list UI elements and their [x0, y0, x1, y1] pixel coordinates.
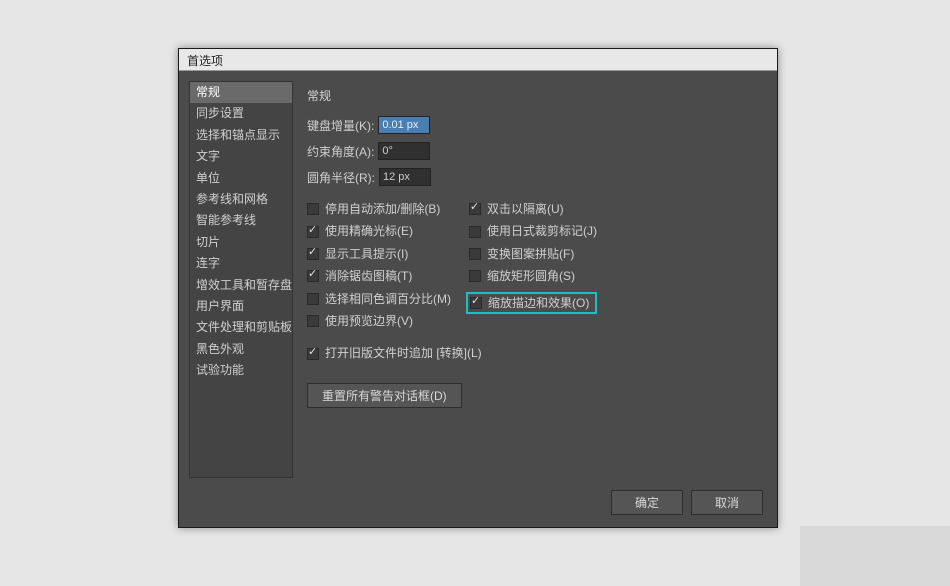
checkbox-icon — [307, 248, 319, 260]
ok-button[interactable]: 确定 — [611, 490, 683, 515]
checkbox-icon — [307, 315, 319, 327]
highlight-scale-strokes: 缩放描边和效果(O) — [466, 292, 597, 314]
check-label: 缩放矩形圆角(S) — [487, 269, 575, 283]
field-corner-radius: 圆角半径(R): — [307, 168, 761, 186]
field-constrain-angle: 约束角度(A): — [307, 142, 761, 160]
keyboard-increment-label: 键盘增量(K): — [307, 117, 374, 134]
check-select-tint[interactable]: 选择相同色调百分比(M) — [307, 292, 451, 306]
preferences-sidebar: 常规 同步设置 选择和锚点显示 文字 单位 参考线和网格 智能参考线 切片 连字… — [189, 81, 293, 478]
sidebar-item-selection[interactable]: 选择和锚点显示 — [190, 125, 292, 146]
constrain-angle-input[interactable] — [378, 142, 430, 160]
sidebar-item-experimental[interactable]: 试验功能 — [190, 360, 292, 381]
check-double-click-isolate[interactable]: 双击以隔离(U) — [469, 202, 597, 216]
check-label: 变换图案拼贴(F) — [487, 247, 574, 261]
check-transform-tiles[interactable]: 变换图案拼贴(F) — [469, 247, 597, 261]
checkbox-icon — [307, 226, 319, 238]
check-anti-alias[interactable]: 消除锯齿图稿(T) — [307, 269, 451, 283]
check-tool-tips[interactable]: 显示工具提示(I) — [307, 247, 451, 261]
checkbox-columns: 停用自动添加/删除(B) 使用精确光标(E) 显示工具提示(I) 消除 — [307, 202, 761, 328]
background-panel — [800, 526, 950, 586]
checkbox-icon — [469, 226, 481, 238]
checkbox-icon — [469, 248, 481, 260]
keyboard-increment-input[interactable] — [378, 116, 430, 134]
sidebar-item-file-clipboard[interactable]: 文件处理和剪贴板 — [190, 317, 292, 338]
corner-radius-input[interactable] — [379, 168, 431, 186]
sidebar-item-hyphenation[interactable]: 连字 — [190, 253, 292, 274]
content-panel: 常规 键盘增量(K): 约束角度(A): 圆角半径(R): — [303, 81, 767, 478]
sidebar-item-units[interactable]: 单位 — [190, 168, 292, 189]
check-label: 缩放描边和效果(O) — [488, 296, 589, 310]
preferences-dialog: 首选项 常规 同步设置 选择和锚点显示 文字 单位 参考线和网格 智能参考线 切… — [178, 48, 778, 528]
check-scale-strokes[interactable]: 缩放描边和效果(O) — [470, 296, 589, 310]
check-label: 消除锯齿图稿(T) — [325, 269, 412, 283]
field-keyboard-increment: 键盘增量(K): — [307, 116, 761, 134]
check-append-converted[interactable]: 打开旧版文件时追加 [转换](L) — [307, 346, 761, 360]
sidebar-item-general[interactable]: 常规 — [190, 82, 292, 103]
section-title: 常规 — [307, 87, 761, 104]
checkbox-icon — [470, 297, 482, 309]
checkbox-icon — [469, 203, 481, 215]
check-disable-auto-add[interactable]: 停用自动添加/删除(B) — [307, 202, 451, 216]
checks-col-left: 停用自动添加/删除(B) 使用精确光标(E) 显示工具提示(I) 消除 — [307, 202, 451, 328]
sidebar-item-guides-grid[interactable]: 参考线和网格 — [190, 189, 292, 210]
check-label: 使用日式裁剪标记(J) — [487, 224, 597, 238]
cancel-button[interactable]: 取消 — [691, 490, 763, 515]
check-precise-cursor[interactable]: 使用精确光标(E) — [307, 224, 451, 238]
check-label: 显示工具提示(I) — [325, 247, 408, 261]
dialog-title: 首选项 — [179, 49, 777, 71]
main-area: 常规 同步设置 选择和锚点显示 文字 单位 参考线和网格 智能参考线 切片 连字… — [179, 71, 777, 482]
check-preview-bounds[interactable]: 使用预览边界(V) — [307, 314, 451, 328]
check-scale-corners[interactable]: 缩放矩形圆角(S) — [469, 269, 597, 283]
check-label: 使用精确光标(E) — [325, 224, 413, 238]
sidebar-item-black-appear[interactable]: 黑色外观 — [190, 339, 292, 360]
check-label: 打开旧版文件时追加 [转换](L) — [325, 346, 482, 360]
checkbox-icon — [307, 203, 319, 215]
checkbox-icon — [307, 293, 319, 305]
sidebar-item-type[interactable]: 文字 — [190, 146, 292, 167]
checkbox-icon — [307, 270, 319, 282]
reset-warnings-button[interactable]: 重置所有警告对话框(D) — [307, 383, 462, 408]
sidebar-item-ui[interactable]: 用户界面 — [190, 296, 292, 317]
sidebar-item-plugins[interactable]: 增效工具和暂存盘 — [190, 275, 292, 296]
reset-button-row: 重置所有警告对话框(D) — [307, 383, 761, 408]
sidebar-item-smart-guides[interactable]: 智能参考线 — [190, 210, 292, 231]
check-label: 使用预览边界(V) — [325, 314, 413, 328]
dialog-button-bar: 确定 取消 — [179, 482, 777, 527]
corner-radius-label: 圆角半径(R): — [307, 169, 375, 186]
sidebar-item-slices[interactable]: 切片 — [190, 232, 292, 253]
checkbox-icon — [307, 348, 319, 360]
check-label: 停用自动添加/删除(B) — [325, 202, 440, 216]
constrain-angle-label: 约束角度(A): — [307, 143, 374, 160]
check-label: 双击以隔离(U) — [487, 202, 564, 216]
checkbox-icon — [469, 270, 481, 282]
check-japanese-crop[interactable]: 使用日式裁剪标记(J) — [469, 224, 597, 238]
sidebar-item-sync[interactable]: 同步设置 — [190, 103, 292, 124]
check-label: 选择相同色调百分比(M) — [325, 292, 451, 306]
dialog-body: 常规 同步设置 选择和锚点显示 文字 单位 参考线和网格 智能参考线 切片 连字… — [179, 71, 777, 527]
checks-col-right: 双击以隔离(U) 使用日式裁剪标记(J) 变换图案拼贴(F) 缩放矩形 — [469, 202, 597, 328]
